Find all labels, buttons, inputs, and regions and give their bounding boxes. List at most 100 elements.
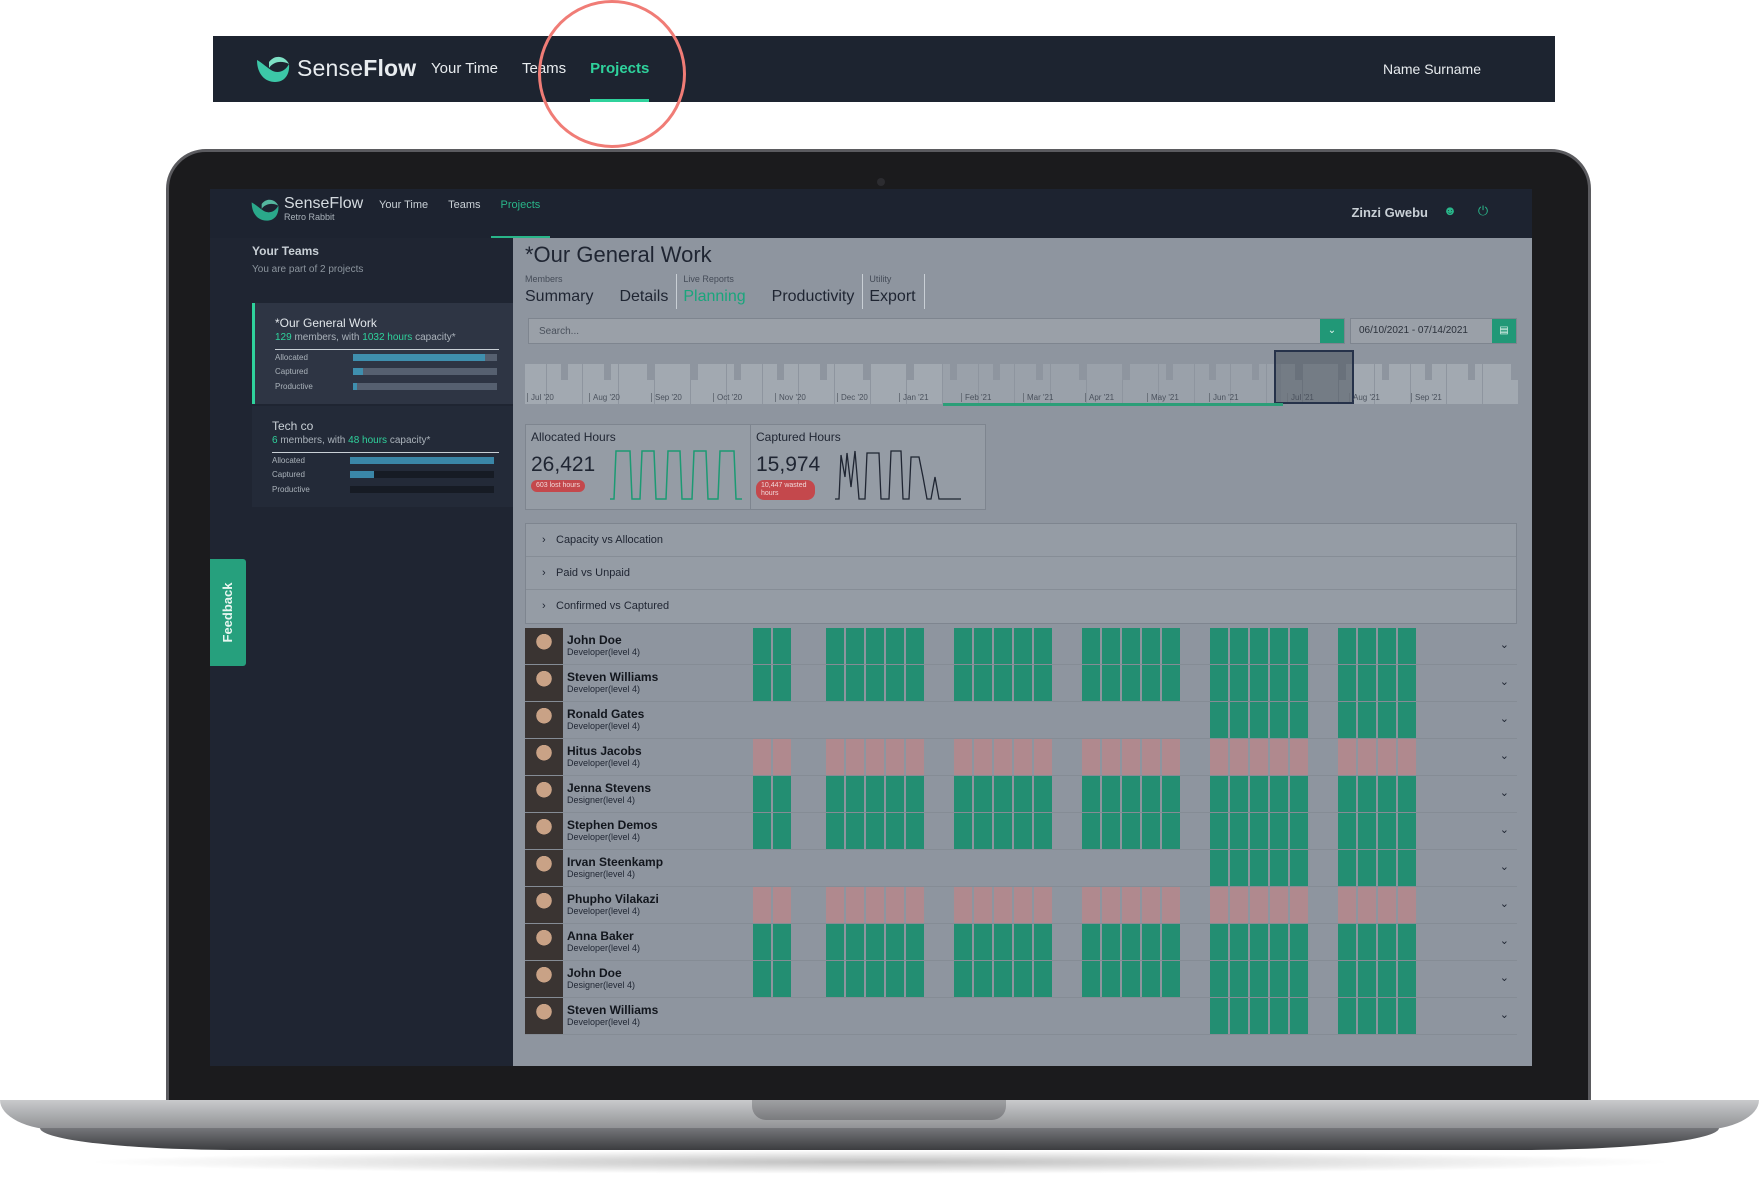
allocation-cell[interactable]: [1378, 628, 1397, 664]
unallocated-cell[interactable]: [1230, 739, 1249, 775]
allocation-cell[interactable]: [1358, 924, 1377, 960]
person-row[interactable]: Anna Baker Developer(level 4) ⌄: [525, 924, 1517, 961]
allocation-cell[interactable]: [1210, 850, 1229, 886]
allocation-cell[interactable]: [1358, 702, 1377, 738]
allocation-cell[interactable]: [1210, 998, 1229, 1034]
allocation-cell[interactable]: [1398, 961, 1417, 997]
person-row[interactable]: Stephen Demos Developer(level 4) ⌄: [525, 813, 1517, 850]
allocation-cell[interactable]: [1270, 850, 1289, 886]
allocation-cell[interactable]: [1230, 702, 1249, 738]
user-name[interactable]: Name Surname: [1383, 36, 1481, 102]
unallocated-cell[interactable]: [994, 739, 1013, 775]
allocation-cell[interactable]: [1142, 665, 1161, 701]
allocation-cell[interactable]: [1034, 776, 1053, 812]
allocation-cell[interactable]: [753, 665, 772, 701]
allocation-cell[interactable]: [1398, 776, 1417, 812]
unallocated-cell[interactable]: [954, 739, 973, 775]
allocation-cell[interactable]: [846, 628, 865, 664]
allocation-cell[interactable]: [866, 924, 885, 960]
chevron-down-icon[interactable]: ⌄: [1500, 786, 1509, 799]
allocation-cell[interactable]: [1102, 628, 1121, 664]
allocation-cell[interactable]: [1162, 961, 1181, 997]
allocation-cell[interactable]: [1290, 998, 1309, 1034]
allocation-cell[interactable]: [1230, 813, 1249, 849]
user-icon[interactable]: ☻: [1442, 203, 1458, 219]
allocation-cell[interactable]: [826, 924, 845, 960]
allocation-cell[interactable]: [1378, 924, 1397, 960]
allocation-cell[interactable]: [1290, 924, 1309, 960]
person-row[interactable]: Phupho Vilakazi Developer(level 4) ⌄: [525, 887, 1517, 924]
allocation-cell[interactable]: [886, 813, 905, 849]
allocation-cell[interactable]: [886, 665, 905, 701]
unallocated-cell[interactable]: [886, 887, 905, 923]
allocation-cell[interactable]: [1210, 628, 1229, 664]
tab-planning[interactable]: Planning: [683, 285, 745, 309]
allocation-cell[interactable]: [994, 776, 1013, 812]
nav-projects[interactable]: Projects: [590, 36, 650, 102]
allocation-cell[interactable]: [1122, 924, 1141, 960]
allocation-cell[interactable]: [1358, 628, 1377, 664]
accordion-capacity-vs-allocation[interactable]: › Capacity vs Allocation: [526, 524, 1516, 557]
allocation-cell[interactable]: [994, 628, 1013, 664]
app-nav-projects[interactable]: Projects: [490, 189, 550, 238]
unallocated-cell[interactable]: [1122, 739, 1141, 775]
allocation-cell[interactable]: [1230, 776, 1249, 812]
chevron-down-icon[interactable]: ⌄: [1500, 638, 1509, 651]
unallocated-cell[interactable]: [753, 739, 772, 775]
search-input[interactable]: [529, 319, 1309, 343]
nav-teams[interactable]: Teams: [522, 36, 566, 102]
allocation-cell[interactable]: [1014, 813, 1033, 849]
allocation-cell[interactable]: [1034, 813, 1053, 849]
allocation-cell[interactable]: [1270, 665, 1289, 701]
allocation-cell[interactable]: [773, 924, 792, 960]
unallocated-cell[interactable]: [1082, 887, 1101, 923]
allocation-cell[interactable]: [1210, 961, 1229, 997]
tab-productivity[interactable]: Productivity: [772, 285, 855, 309]
unallocated-cell[interactable]: [846, 887, 865, 923]
unallocated-cell[interactable]: [1270, 739, 1289, 775]
chevron-down-icon[interactable]: ⌄: [1500, 934, 1509, 947]
allocation-cell[interactable]: [1250, 776, 1269, 812]
allocation-cell[interactable]: [826, 961, 845, 997]
allocation-cell[interactable]: [1142, 813, 1161, 849]
allocation-cell[interactable]: [753, 776, 772, 812]
allocation-cell[interactable]: [1230, 961, 1249, 997]
allocation-cell[interactable]: [1014, 628, 1033, 664]
allocation-cell[interactable]: [1338, 628, 1357, 664]
allocation-cell[interactable]: [826, 776, 845, 812]
allocation-cell[interactable]: [1102, 665, 1121, 701]
allocation-cell[interactable]: [1290, 961, 1309, 997]
team-card-our-general-work[interactable]: *Our General Work 129 members, with 1032…: [252, 303, 513, 404]
unallocated-cell[interactable]: [1034, 887, 1053, 923]
unallocated-cell[interactable]: [954, 887, 973, 923]
allocation-cell[interactable]: [906, 776, 925, 812]
allocation-cell[interactable]: [1378, 998, 1397, 1034]
person-row[interactable]: John Doe Developer(level 4) ⌄: [525, 628, 1517, 665]
allocation-cell[interactable]: [866, 628, 885, 664]
allocation-cell[interactable]: [994, 924, 1013, 960]
allocation-cell[interactable]: [1014, 665, 1033, 701]
allocation-cell[interactable]: [954, 961, 973, 997]
unallocated-cell[interactable]: [826, 739, 845, 775]
allocation-cell[interactable]: [1250, 628, 1269, 664]
unallocated-cell[interactable]: [1082, 739, 1101, 775]
allocation-cell[interactable]: [1082, 665, 1101, 701]
unallocated-cell[interactable]: [1210, 887, 1229, 923]
timeline-overview[interactable]: Jul '20 Aug '20 Sep '20 Oct '20 Nov '20 Dec '…: [525, 348, 1519, 406]
allocation-cell[interactable]: [866, 665, 885, 701]
unallocated-cell[interactable]: [1270, 887, 1289, 923]
unallocated-cell[interactable]: [1398, 887, 1417, 923]
allocation-cell[interactable]: [1338, 776, 1357, 812]
unallocated-cell[interactable]: [1290, 887, 1309, 923]
allocation-cell[interactable]: [1338, 813, 1357, 849]
allocation-cell[interactable]: [1162, 665, 1181, 701]
allocation-cell[interactable]: [826, 813, 845, 849]
person-row[interactable]: Hitus Jacobs Developer(level 4) ⌄: [525, 739, 1517, 776]
allocation-cell[interactable]: [866, 776, 885, 812]
person-row[interactable]: Steven Williams Developer(level 4) ⌄: [525, 665, 1517, 702]
unallocated-cell[interactable]: [1290, 739, 1309, 775]
unallocated-cell[interactable]: [994, 887, 1013, 923]
allocation-cell[interactable]: [1378, 850, 1397, 886]
allocation-cell[interactable]: [1290, 628, 1309, 664]
unallocated-cell[interactable]: [1162, 887, 1181, 923]
